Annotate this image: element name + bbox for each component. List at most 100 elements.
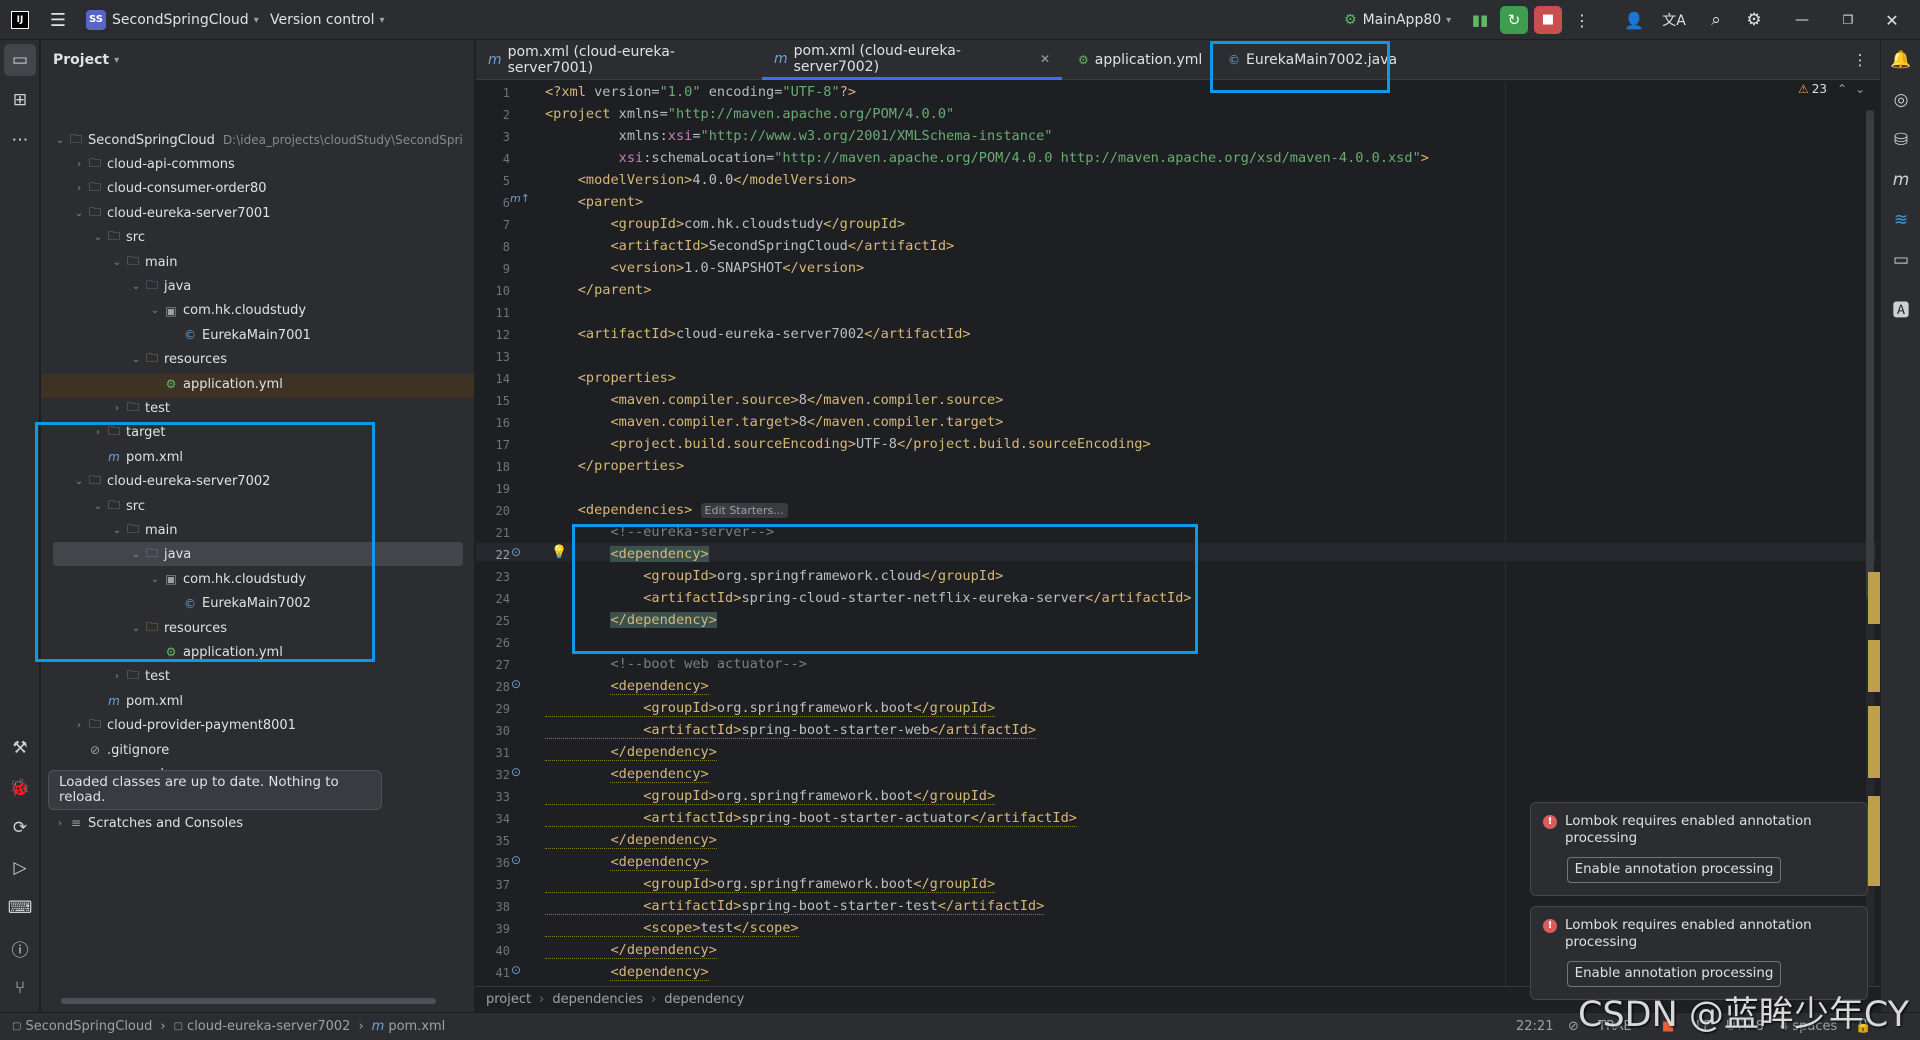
line-number[interactable]: 19 xyxy=(470,482,510,496)
line-number[interactable]: 25 xyxy=(470,614,510,628)
dependency-gutter-icon[interactable]: ⊙ xyxy=(511,853,521,867)
tree-item[interactable]: ⌄ ▣ com.hk.cloudstudy xyxy=(41,299,474,323)
horizontal-scrollbar[interactable] xyxy=(61,998,436,1004)
line-number[interactable]: 16 xyxy=(470,416,510,430)
line-number[interactable]: 5 xyxy=(470,174,510,188)
line-number[interactable]: 36 xyxy=(470,856,510,870)
dependency-gutter-icon[interactable]: ⊙ xyxy=(511,963,521,977)
database-icon[interactable]: ⛁ xyxy=(1881,124,1920,156)
line-number[interactable]: 6 xyxy=(470,196,510,210)
tree-item[interactable]: › 🗀 test xyxy=(41,665,474,689)
line-number[interactable]: 33 xyxy=(470,790,510,804)
app-logo-icon[interactable]: IJ xyxy=(8,0,32,40)
tab-application-yml[interactable]: ⚙ application.yml xyxy=(1066,40,1202,80)
tree-item[interactable]: › 🗀 cloud-provider-payment8001 xyxy=(41,714,474,738)
restore-icon[interactable]: ❐ xyxy=(1838,0,1858,40)
git-tool-icon[interactable]: ⑂ xyxy=(0,972,40,1004)
search-icon[interactable]: ⌕ xyxy=(1704,0,1728,40)
chevron-right-icon[interactable]: › xyxy=(110,403,124,414)
line-number[interactable]: 23 xyxy=(470,570,510,584)
tree-item[interactable]: ⌄ 🗀 SecondSpringCloud D:\idea_projects\clou… xyxy=(41,128,474,152)
main-menu-icon[interactable]: ☰ xyxy=(46,0,70,40)
tree-item[interactable]: ⊘ .gitignore xyxy=(41,738,474,762)
scroll-thumb[interactable] xyxy=(1866,110,1874,600)
add-user-icon[interactable]: 👤 xyxy=(1622,0,1646,40)
project-panel-header[interactable]: Project ▾ xyxy=(53,40,119,80)
breadcrumb-item[interactable]: project xyxy=(486,992,531,1007)
text-tool-icon[interactable]: 🅰 xyxy=(1881,292,1920,324)
chevron-right-icon[interactable]: › xyxy=(53,818,67,829)
line-number[interactable]: 1 xyxy=(470,86,510,100)
line-number[interactable]: 12 xyxy=(470,328,510,342)
enable-annotation-button[interactable]: Enable annotation processing xyxy=(1567,857,1781,883)
line-number[interactable]: 29 xyxy=(470,702,510,716)
line-number[interactable]: 14 xyxy=(470,372,510,386)
notifications-icon[interactable]: 🔔 xyxy=(1881,44,1920,76)
minimize-icon[interactable]: — xyxy=(1792,0,1812,40)
chevron-right-icon[interactable]: › xyxy=(72,159,86,170)
line-number[interactable]: 4 xyxy=(470,152,510,166)
close-window-icon[interactable]: ✕ xyxy=(1880,0,1904,40)
tree-item[interactable]: ⌄ 🗀 java xyxy=(41,274,474,298)
status-path-item[interactable]: pom.xml xyxy=(388,1019,445,1034)
tree-item[interactable]: › 🗀 test xyxy=(41,396,474,420)
chevron-down-icon[interactable]: ⌄ xyxy=(129,354,143,365)
more-actions-icon[interactable]: ⋮ xyxy=(1574,0,1590,40)
maven-tool-icon[interactable]: m xyxy=(1881,164,1920,196)
chevron-down-icon[interactable]: ⌄ xyxy=(1855,82,1865,96)
line-number[interactable]: 8 xyxy=(470,240,510,254)
run-config-selector[interactable]: ⚙ MainApp80 ▾ xyxy=(1344,0,1451,40)
tree-item[interactable]: ⚙ application.yml xyxy=(41,372,474,396)
tree-item[interactable]: › 🗀 cloud-consumer-order80 xyxy=(41,177,474,201)
terminal-tool-icon[interactable]: ⌨ xyxy=(0,892,40,924)
build-tool-icon[interactable]: ⚒ xyxy=(0,732,40,764)
line-number[interactable]: 13 xyxy=(470,350,510,364)
run-tool-icon[interactable]: ▷ xyxy=(0,852,40,884)
line-number[interactable]: 37 xyxy=(470,878,510,892)
vcs-menu[interactable]: Version control ▾ xyxy=(270,0,385,40)
tree-item[interactable]: ⌄ 🗀 main xyxy=(41,250,474,274)
dependency-gutter-icon[interactable]: ⊙ xyxy=(511,765,521,779)
line-number[interactable]: 38 xyxy=(470,900,510,914)
debug-tool-icon[interactable]: 🐞 xyxy=(0,772,40,804)
tree-item[interactable]: m pom.xml xyxy=(41,689,474,713)
chevron-down-icon[interactable]: ⌄ xyxy=(110,257,124,268)
edit-starters-hint[interactable]: Edit Starters... xyxy=(700,503,788,518)
line-number[interactable]: 10 xyxy=(470,284,510,298)
line-number[interactable]: 21 xyxy=(470,526,510,540)
chevron-down-icon[interactable]: ⌄ xyxy=(72,208,86,219)
ai-assistant-icon[interactable]: ◎ xyxy=(1881,84,1920,116)
settings-gear-icon[interactable]: ⚙ xyxy=(1742,0,1766,40)
tree-item[interactable]: ⌄ 🗀 cloud-eureka-server7001 xyxy=(41,201,474,225)
structure-tool-icon[interactable]: ⊞ xyxy=(0,84,40,116)
tab-pom-7002[interactable]: m pom.xml (cloud-eureka-server7002) ✕ xyxy=(762,40,1062,80)
line-number[interactable]: 28 xyxy=(470,680,510,694)
line-number[interactable]: 11 xyxy=(470,306,510,320)
line-number[interactable]: 26 xyxy=(470,636,510,650)
close-tab-icon[interactable]: ✕ xyxy=(1040,52,1050,66)
line-number[interactable]: 30 xyxy=(470,724,510,738)
line-number[interactable]: 9 xyxy=(470,262,510,276)
stop-button[interactable]: ■ xyxy=(1534,0,1562,40)
tree-item[interactable]: › ≡ Scratches and Consoles xyxy=(41,811,474,835)
breadcrumb-item[interactable]: dependency xyxy=(664,992,744,1007)
translate-icon[interactable]: 文A xyxy=(1662,0,1686,40)
services-tool-icon[interactable]: ⟳ xyxy=(0,812,40,844)
tree-item[interactable]: › 🗀 cloud-api-commons xyxy=(41,152,474,176)
status-path-item[interactable]: cloud-eureka-server7002 xyxy=(187,1019,350,1034)
chevron-down-icon[interactable]: ⌄ xyxy=(148,305,162,316)
dependency-gutter-icon[interactable]: ⊙ xyxy=(511,545,521,559)
more-tools-icon[interactable]: ⋯ xyxy=(0,124,40,156)
tab-pom-7001[interactable]: m pom.xml (cloud-eureka-server7001) xyxy=(476,40,732,80)
line-number[interactable]: 41 xyxy=(470,966,510,980)
caret-position[interactable]: 22:21 xyxy=(1516,1019,1553,1034)
line-number[interactable]: 35 xyxy=(470,834,510,848)
line-number[interactable]: 3 xyxy=(470,130,510,144)
device-icon[interactable]: ▭ xyxy=(1881,244,1920,276)
chevron-right-icon[interactable]: › xyxy=(110,671,124,682)
line-number[interactable]: 18 xyxy=(470,460,510,474)
parent-pom-icon[interactable]: m↑ xyxy=(510,192,530,205)
line-number[interactable]: 2 xyxy=(470,108,510,122)
enable-annotation-button[interactable]: Enable annotation processing xyxy=(1567,961,1781,987)
line-number[interactable]: 40 xyxy=(470,944,510,958)
